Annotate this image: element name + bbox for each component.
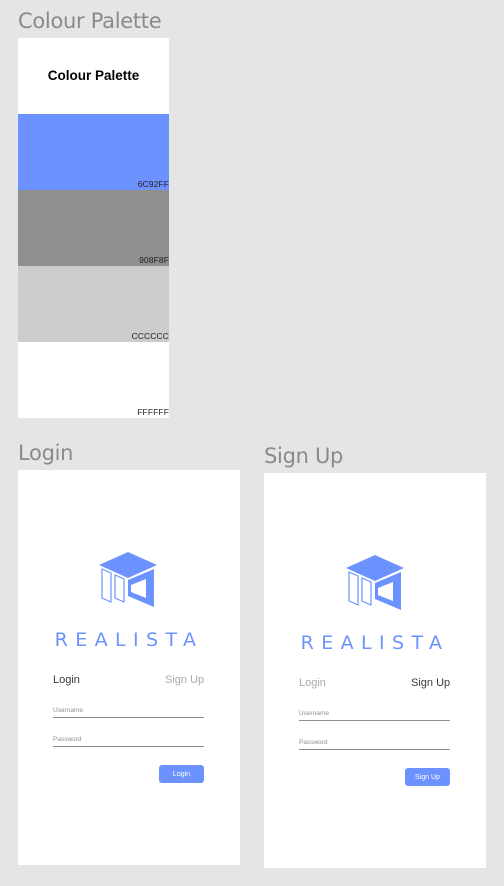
signup-frame-title: Sign Up [264, 444, 344, 468]
login-screen: REALISTA Login Sign Up Login [18, 470, 240, 865]
username-input[interactable] [299, 706, 450, 721]
realista-logo-icon [99, 552, 157, 607]
palette-heading: Colour Palette [47, 68, 140, 83]
tab-signup[interactable]: Sign Up [411, 677, 450, 689]
swatch-grey: 908F8F [18, 190, 169, 266]
swatch-blue: 6C92FF [18, 114, 169, 190]
swatch-light-grey: CCCCCC [18, 266, 169, 342]
signup-screen: REALISTA Login Sign Up Sign Up [264, 473, 486, 868]
login-button[interactable]: Login [159, 765, 204, 783]
password-input[interactable] [299, 735, 450, 750]
tab-login[interactable]: Login [53, 674, 80, 686]
signup-button[interactable]: Sign Up [405, 768, 450, 786]
swatch-code: 908F8F [139, 255, 169, 265]
password-input[interactable] [53, 732, 204, 747]
brand-name: REALISTA [54, 629, 204, 651]
tab-login[interactable]: Login [299, 677, 326, 689]
swatch-code: FFFFFF [137, 407, 169, 417]
tab-signup[interactable]: Sign Up [165, 674, 204, 686]
swatch-white: FFFFFF [18, 342, 169, 418]
swatch-code: CCCCCC [131, 331, 169, 341]
login-frame-title: Login [18, 441, 74, 465]
username-input[interactable] [53, 703, 204, 718]
realista-logo-icon [346, 555, 404, 610]
palette-frame-title: Colour Palette [18, 9, 162, 33]
brand-name: REALISTA [300, 632, 450, 654]
swatch-code: 6C92FF [137, 179, 169, 189]
palette-card: Colour Palette 6C92FF 908F8F CCCCCC FFFF… [18, 38, 169, 418]
